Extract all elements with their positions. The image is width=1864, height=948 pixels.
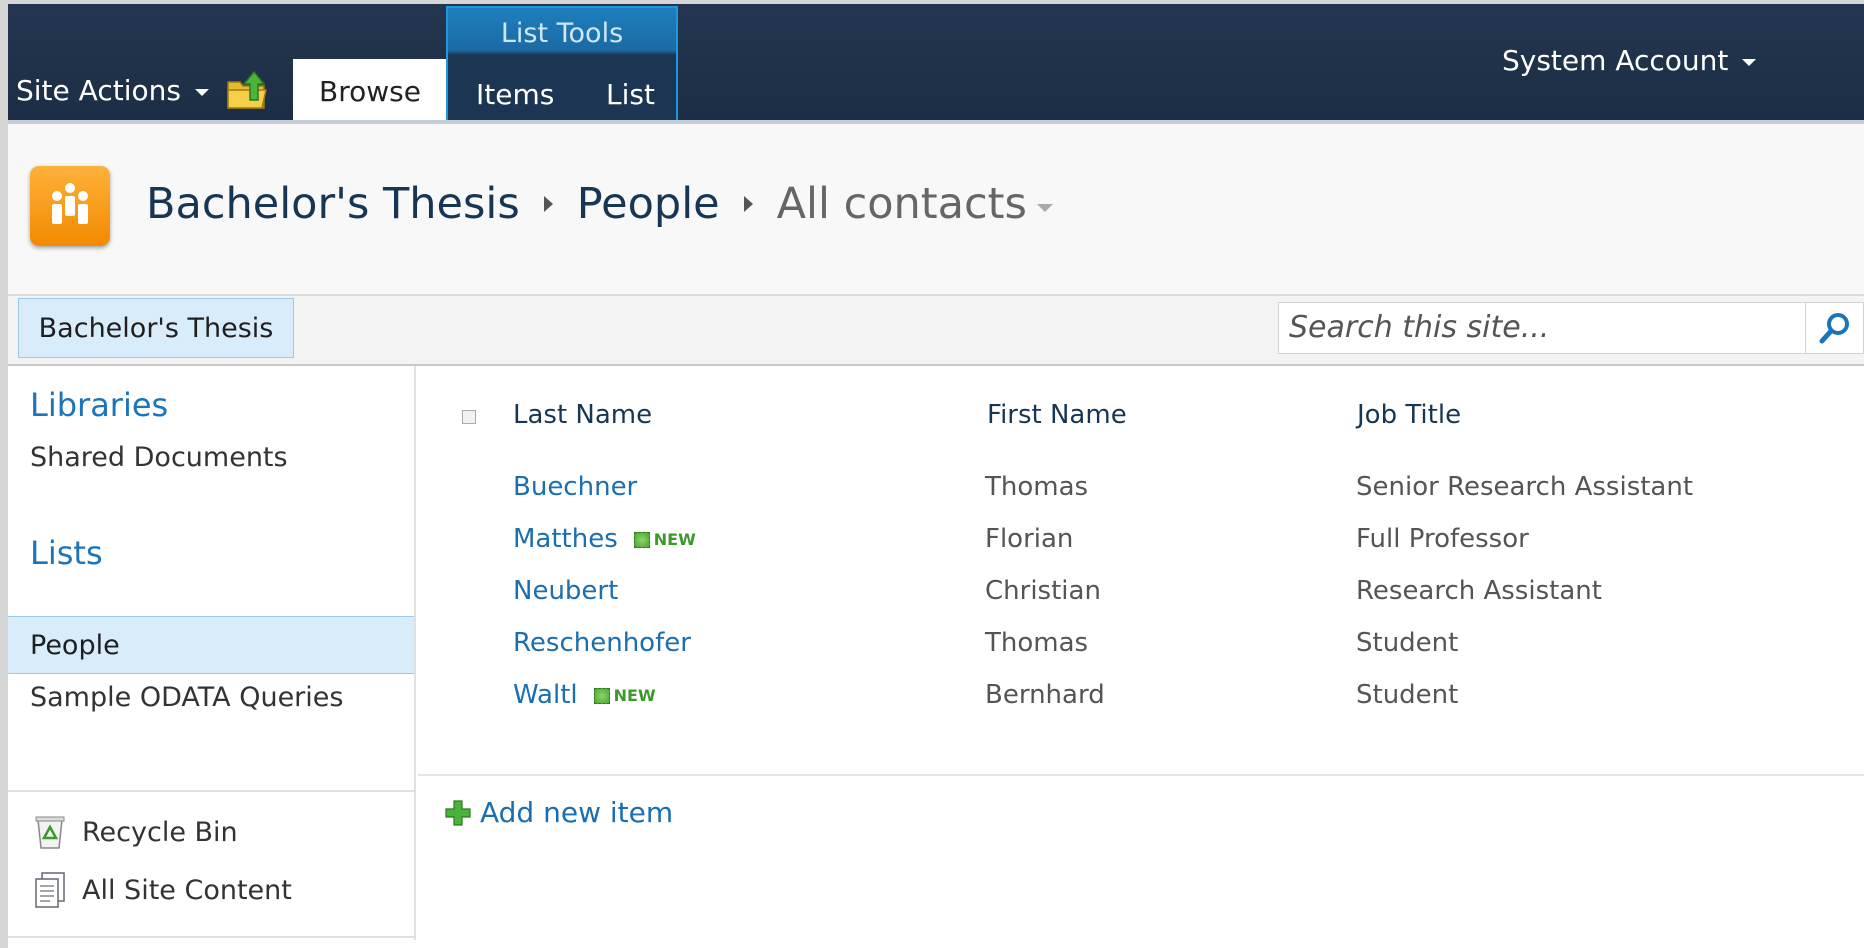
cell-first-name: Thomas [985, 472, 1089, 502]
table-row[interactable]: Matthes NEW Florian Full Professor [418, 524, 1864, 564]
breadcrumb-view[interactable]: All contacts [777, 179, 1027, 229]
new-icon [633, 531, 650, 548]
tab-list[interactable]: List [606, 78, 655, 111]
column-header-last-name[interactable]: Last Name [513, 400, 652, 430]
new-icon [593, 687, 610, 704]
top-navigation: Bachelor's Thesis Search this site... [8, 296, 1864, 366]
table-row[interactable]: Waltl NEW Bernhard Student [418, 680, 1864, 720]
chevron-right-icon [743, 196, 753, 212]
chevron-down-icon [194, 89, 209, 96]
breadcrumb: Bachelor's Thesis People All contacts [146, 179, 1053, 229]
chevron-down-icon [1742, 59, 1757, 66]
cell-first-name: Christian [985, 576, 1101, 606]
recycle-bin-label: Recycle Bin [82, 816, 238, 848]
sharepoint-window: Site Actions Browse List Tools Items Lis… [8, 4, 1864, 948]
table-row[interactable]: Buechner Thomas Senior Research Assistant [418, 472, 1864, 512]
user-menu[interactable]: System Account [1502, 44, 1757, 77]
search-button[interactable] [1806, 302, 1864, 354]
nav-heading-libraries[interactable]: Libraries [30, 386, 168, 424]
view-dropdown-icon[interactable] [1036, 204, 1053, 212]
title-area: Bachelor's Thesis People All contacts [8, 124, 1864, 296]
cell-first-name: Florian [985, 524, 1074, 554]
cell-last-name: Reschenhofer [513, 628, 691, 658]
recycle-bin-icon [35, 816, 65, 849]
nav-item-people[interactable]: People [30, 630, 120, 661]
new-label: NEW [613, 686, 656, 705]
list-tools-contextual-group: List Tools Items List [446, 6, 678, 122]
select-all-checkbox[interactable] [462, 410, 476, 424]
item-link[interactable]: Neubert [513, 576, 618, 606]
cell-last-name: Neubert [513, 576, 618, 606]
column-header-first-name[interactable]: First Name [987, 400, 1127, 430]
nav-item-shared-documents[interactable]: Shared Documents [30, 442, 288, 473]
item-link[interactable]: Waltl [513, 680, 578, 710]
cell-last-name: Waltl NEW [513, 680, 656, 710]
cell-job-title: Student [1356, 680, 1459, 710]
cell-job-title: Student [1356, 628, 1459, 658]
nav-heading-lists[interactable]: Lists [30, 534, 103, 572]
column-header-job-title[interactable]: Job Title [1357, 400, 1461, 430]
new-label: NEW [653, 530, 696, 549]
site-content-icon [35, 872, 65, 908]
list-view: Last Name First Name Job Title Buechner T… [418, 366, 1864, 946]
ribbon: Site Actions Browse List Tools Items Lis… [8, 4, 1864, 124]
site-logo-icon[interactable] [30, 166, 110, 246]
cell-last-name: Buechner [513, 472, 637, 502]
cell-last-name: Matthes NEW [513, 524, 696, 554]
list-divider [418, 774, 1864, 776]
topnav-item-home[interactable]: Bachelor's Thesis [18, 298, 294, 358]
tab-browse[interactable]: Browse [293, 59, 447, 124]
all-site-content-label: All Site Content [82, 874, 292, 906]
nav-item-sample-odata-queries[interactable]: Sample ODATA Queries [30, 682, 343, 713]
all-site-content-link[interactable]: All Site Content [30, 870, 292, 910]
cell-first-name: Bernhard [985, 680, 1105, 710]
new-badge: NEW [633, 530, 696, 549]
navigate-up-folder-icon[interactable] [226, 70, 268, 112]
item-link[interactable]: Reschenhofer [513, 628, 691, 658]
item-link[interactable]: Buechner [513, 472, 637, 502]
cell-job-title: Full Professor [1356, 524, 1529, 554]
site-actions-menu[interactable]: Site Actions [16, 74, 209, 107]
cell-job-title: Research Assistant [1356, 576, 1602, 606]
recycle-bin-link[interactable]: Recycle Bin [30, 812, 238, 852]
item-link[interactable]: Matthes [513, 524, 618, 554]
people-icon [52, 183, 88, 224]
add-new-item-label: Add new item [480, 796, 674, 829]
quick-launch: Libraries Shared Documents Lists People … [8, 366, 416, 940]
nav-divider [8, 936, 414, 938]
chevron-right-icon [543, 196, 553, 212]
table-row[interactable]: Neubert Christian Research Assistant [418, 576, 1864, 616]
nav-divider [8, 790, 414, 792]
breadcrumb-list[interactable]: People [577, 179, 720, 229]
breadcrumb-site[interactable]: Bachelor's Thesis [146, 179, 520, 229]
table-row[interactable]: Reschenhofer Thomas Student [418, 628, 1864, 668]
tab-items[interactable]: Items [476, 78, 554, 111]
cell-job-title: Senior Research Assistant [1356, 472, 1694, 502]
add-new-item-link[interactable]: Add new item [444, 796, 673, 829]
site-actions-label: Site Actions [16, 74, 181, 107]
plus-icon [445, 799, 471, 826]
search-input[interactable]: Search this site... [1278, 302, 1806, 354]
search-icon [1819, 313, 1849, 344]
new-badge: NEW [593, 686, 656, 705]
list-tools-label: List Tools [500, 18, 624, 49]
cell-first-name: Thomas [985, 628, 1089, 658]
user-name: System Account [1502, 44, 1729, 77]
